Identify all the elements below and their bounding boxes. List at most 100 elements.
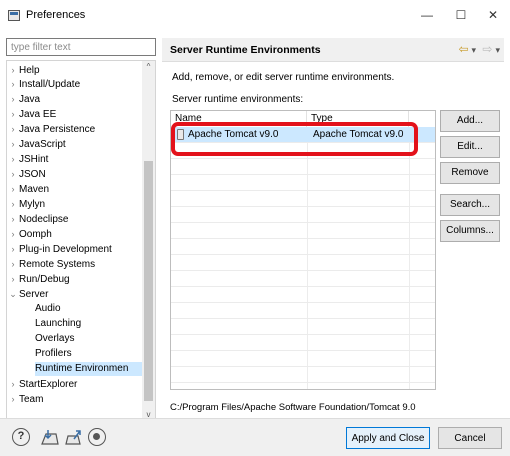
chevron-right-icon[interactable]: ›	[7, 77, 19, 91]
chevron-right-icon[interactable]: ›	[7, 107, 19, 121]
tree-item-label: Oomph	[19, 229, 52, 240]
record-preferences-icon[interactable]	[88, 428, 106, 446]
chevron-down-icon[interactable]: ⌄	[7, 287, 19, 301]
chevron-right-icon[interactable]: ›	[7, 152, 19, 166]
tree-item-runtime-environments[interactable]: Runtime Environmen	[35, 362, 155, 376]
runtime-type-cell: Apache Tomcat v9.0	[313, 129, 404, 140]
chevron-right-icon[interactable]: ›	[7, 63, 19, 77]
chevron-right-icon[interactable]: ›	[7, 182, 19, 196]
tree-item-json[interactable]: › JSON	[7, 167, 46, 181]
remove-button[interactable]: Remove	[440, 162, 500, 184]
tree-item-label: Profilers	[35, 348, 72, 359]
tree-item-audio[interactable]: Audio	[35, 302, 61, 316]
chevron-right-icon[interactable]: ›	[7, 227, 19, 241]
tree-item-java[interactable]: › Java	[7, 92, 41, 106]
tree-item-launching[interactable]: Launching	[35, 317, 81, 331]
page-description: Add, remove, or edit server runtime envi…	[172, 72, 395, 83]
tree-item-label: JavaScript	[19, 139, 66, 150]
chevron-right-icon[interactable]: ›	[7, 392, 19, 406]
tree-item-remote-systems[interactable]: › Remote Systems	[7, 257, 96, 271]
forward-menu-chevron-icon[interactable]: ▾	[495, 45, 500, 55]
column-header-type[interactable]: Type	[307, 111, 409, 127]
column-header-name[interactable]: Name	[171, 111, 307, 127]
back-arrow-icon[interactable]: ⇦	[458, 42, 468, 56]
back-menu-chevron-icon[interactable]: ▾	[472, 45, 477, 55]
table-row	[171, 351, 435, 367]
help-icon[interactable]: ?	[12, 428, 30, 446]
tree-item-oomph[interactable]: › Oomph	[7, 227, 52, 241]
tree-item-overlays[interactable]: Overlays	[35, 332, 74, 346]
tree-item-java-persistence[interactable]: › Java Persistence	[7, 122, 96, 136]
tree-item-nodeclipse[interactable]: › Nodeclipse	[7, 212, 69, 226]
tree-item-startexplorer[interactable]: › StartExplorer	[7, 377, 78, 391]
chevron-right-icon[interactable]: ›	[7, 257, 19, 271]
chevron-right-icon[interactable]: ›	[7, 92, 19, 106]
dialog-footer: ? Apply and Close Cancel	[0, 418, 510, 456]
tree-item-label: Install/Update	[19, 79, 81, 90]
forward-arrow-icon[interactable]: ⇨	[482, 42, 492, 56]
tree-item-label: JSHint	[19, 154, 49, 165]
table-row	[171, 239, 435, 255]
import-preferences-icon[interactable]	[40, 428, 59, 446]
tree-item-label: Remote Systems	[19, 259, 96, 270]
tree-item-help[interactable]: › Help	[7, 63, 40, 77]
chevron-right-icon[interactable]: ›	[7, 137, 19, 151]
chevron-right-icon[interactable]: ›	[7, 272, 19, 286]
tree-vertical-scrollbar[interactable]: ^ v	[142, 61, 155, 431]
tree-item-server[interactable]: ⌄ Server	[7, 287, 48, 301]
maximize-button[interactable]: ☐	[446, 3, 476, 27]
table-row	[171, 191, 435, 207]
tree-item-mylyn[interactable]: › Mylyn	[7, 197, 46, 211]
tree-scroll-thumb[interactable]	[144, 161, 153, 401]
tree-item-jshint[interactable]: › JSHint	[7, 152, 49, 166]
table-row	[171, 255, 435, 271]
columns-button[interactable]: Columns...	[440, 220, 500, 242]
tree-item-label: Team	[19, 394, 44, 405]
edit-button[interactable]: Edit...	[440, 136, 500, 158]
chevron-right-icon[interactable]: ›	[7, 167, 19, 181]
cancel-button[interactable]: Cancel	[438, 427, 502, 449]
tree-item-label: Java	[19, 94, 41, 105]
add-button[interactable]: Add...	[440, 110, 500, 132]
server-jar-icon	[177, 128, 184, 140]
chevron-right-icon[interactable]: ›	[7, 122, 19, 136]
tree-item-label: Overlays	[35, 333, 75, 344]
server-runtime-panel: Server Runtime Environments ⇦ ▾ ⇨ ▾ Add, r…	[162, 38, 504, 418]
tree-item-plugin-development[interactable]: › Plug-in Development	[7, 242, 112, 256]
tree-item-team[interactable]: › Team	[7, 392, 44, 406]
chevron-right-icon[interactable]: ›	[7, 212, 19, 226]
window-title: Preferences	[26, 9, 86, 21]
search-button[interactable]: Search...	[440, 194, 500, 216]
table-row	[171, 207, 435, 223]
tree-item-label: Server	[19, 289, 49, 300]
table-row	[171, 287, 435, 303]
chevron-right-icon[interactable]: ›	[7, 242, 19, 256]
table-row	[171, 143, 435, 159]
tree-item-maven[interactable]: › Maven	[7, 182, 50, 196]
apply-and-close-button[interactable]: Apply and Close	[346, 427, 430, 449]
tree-item-java-ee[interactable]: › Java EE	[7, 107, 57, 121]
tree-item-label: Launching	[35, 318, 82, 329]
tree-item-run-debug[interactable]: › Run/Debug	[7, 272, 70, 286]
tree-item-label: Java Persistence	[19, 124, 96, 135]
runtime-table[interactable]: Name Type Apache Tomcat v9.0 Apache Tomc…	[170, 110, 436, 390]
tree-item-label: Audio	[35, 303, 61, 314]
table-row[interactable]: Apache Tomcat v9.0 Apache Tomcat v9.0	[171, 127, 435, 143]
chevron-right-icon[interactable]: ›	[7, 197, 19, 211]
table-row	[171, 335, 435, 351]
tree-item-install-update[interactable]: › Install/Update	[7, 77, 81, 91]
tree-item-javascript[interactable]: › JavaScript	[7, 137, 66, 151]
table-row	[171, 367, 435, 383]
close-button[interactable]: ✕	[478, 3, 508, 27]
minimize-button[interactable]: —	[412, 3, 442, 27]
scroll-up-arrow-icon[interactable]: ^	[142, 61, 155, 73]
tree-item-label: Mylyn	[19, 199, 46, 210]
title-bar: Preferences — ☐ ✕	[0, 0, 510, 30]
tree-item-profilers[interactable]: Profilers	[35, 347, 72, 361]
chevron-right-icon[interactable]: ›	[7, 377, 19, 391]
preferences-tree: › Help › Install/Update › Java › Java EE › Ja…	[6, 60, 156, 445]
table-row	[171, 223, 435, 239]
filter-input[interactable]	[6, 38, 156, 56]
export-preferences-icon[interactable]	[64, 428, 82, 446]
tree-item-label: StartExplorer	[19, 379, 78, 390]
